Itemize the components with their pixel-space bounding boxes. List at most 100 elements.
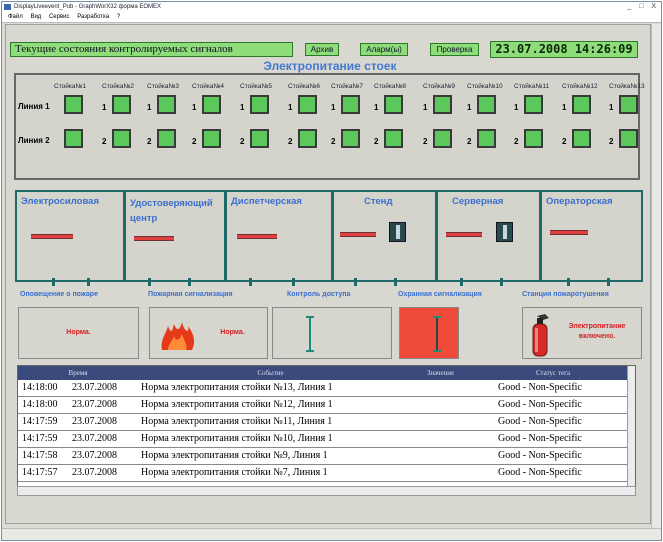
room-dispatch: Диспетчерская <box>227 192 334 286</box>
room-name: Серверная <box>452 196 504 207</box>
table-row[interactable]: 14:17:57 23.07.2008 Норма электропитания с… <box>18 465 635 482</box>
window-scrollbar-horizontal[interactable] <box>2 528 661 540</box>
line-number: 1 <box>374 103 379 112</box>
fire-warning-label: Оповещение о пожаре <box>20 291 98 298</box>
rack-line-2-indicator <box>298 129 317 148</box>
power-bar <box>340 232 376 237</box>
line-number: 1 <box>423 103 428 112</box>
col-value[interactable]: Значение <box>403 366 478 380</box>
extinguish-station-label: Станция пожаротушения <box>522 291 609 298</box>
table-row[interactable]: 14:18:00 23.07.2008 Норма электропитания с… <box>18 397 635 414</box>
power-bar <box>31 234 73 239</box>
line-number: 1 <box>102 103 107 112</box>
cell-event: Норма электропитания стойки №9, Линия 1 <box>141 450 328 461</box>
security-alarm-label: Охранная сигнализация <box>398 291 482 298</box>
access-indicator-icon <box>306 316 314 352</box>
line-number: 2 <box>192 137 197 146</box>
rack-label: Стойка№1 <box>54 83 87 90</box>
table-hscrollbar[interactable] <box>17 486 636 496</box>
menu-bar: Файл Вид Сервис Разработка ? <box>2 12 661 23</box>
connector <box>188 278 191 286</box>
archive-button[interactable]: Архив <box>305 43 339 56</box>
cell-date: 23.07.2008 <box>72 450 117 461</box>
cell-status: Good - Non-Specific <box>498 416 582 427</box>
rack-line-1-indicator <box>524 95 543 114</box>
col-time[interactable]: Время <box>18 366 138 380</box>
menu-file[interactable]: Файл <box>8 14 23 20</box>
line-number: 1 <box>240 103 245 112</box>
rack-label: Стойка№9 <box>423 83 456 90</box>
rack-line-2-indicator <box>64 129 83 148</box>
connector <box>500 278 503 286</box>
col-event[interactable]: Событие <box>138 366 403 380</box>
rack-line-2-indicator <box>433 129 452 148</box>
room-name: Электросиловая <box>21 196 99 207</box>
room-stand: Стенд <box>334 192 438 286</box>
table-row[interactable]: 14:17:58 23.07.2008 Норма электропитания с… <box>18 448 635 465</box>
room-name: Диспетчерская <box>231 196 302 207</box>
rack-label: Стойка№5 <box>240 83 273 90</box>
cell-status: Good - Non-Specific <box>498 467 582 478</box>
window-controls[interactable]: _ □ X <box>627 3 659 11</box>
power-bar <box>446 232 482 237</box>
check-button[interactable]: Проверка <box>430 43 479 56</box>
rack-label: Стойка№11 <box>514 83 550 90</box>
line-number: 2 <box>514 137 519 146</box>
cell-event: Норма электропитания стойки №12, Линия 1 <box>141 399 333 410</box>
room-cert-center: Удостоверяющий центр <box>126 192 227 286</box>
table-row[interactable]: 14:18:00 23.07.2008 Норма электропитания с… <box>18 380 635 397</box>
cell-time: 14:18:00 <box>22 399 58 410</box>
line-number: 2 <box>562 137 567 146</box>
fire-alarm-status: Норма. <box>220 329 245 336</box>
events-table: Время Событие Значение Статус тега 14:18… <box>17 365 636 487</box>
cell-status: Good - Non-Specific <box>498 433 582 444</box>
rack-line-1-indicator <box>298 95 317 114</box>
rack-line-1-indicator <box>341 95 360 114</box>
title-bar: DisplayLiveevent_Pub - GraphWorX32 форма… <box>2 2 661 12</box>
cell-event: Норма электропитания стойки №11, Линия 1 <box>141 416 333 427</box>
flame-icon <box>161 322 195 350</box>
line-number: 2 <box>288 137 293 146</box>
cell-date: 23.07.2008 <box>72 399 117 410</box>
rack-line-2-indicator <box>619 129 638 148</box>
rack-line-2-indicator <box>157 129 176 148</box>
rack-label: Стойка№12 <box>562 83 598 90</box>
security-alarm-box <box>399 307 459 359</box>
rack-line-2-indicator <box>202 129 221 148</box>
menu-service[interactable]: Сервис <box>49 14 70 20</box>
cell-event: Норма электропитания стойки №10, Линия 1 <box>141 433 333 444</box>
rack-line-1-indicator <box>202 95 221 114</box>
table-row[interactable]: 14:17:59 23.07.2008 Норма электропитания с… <box>18 414 635 431</box>
rack-line-2-indicator <box>524 129 543 148</box>
menu-view[interactable]: Вид <box>30 14 41 20</box>
rooms-panel: Электросиловая Удостоверяющий центр Дисп… <box>15 190 643 286</box>
table-scrollbar[interactable] <box>627 366 635 486</box>
line-number: 1 <box>147 103 152 112</box>
alarms-button[interactable]: Аларм(ы) <box>360 43 408 56</box>
rack-label: Стойка№13 <box>609 83 645 90</box>
line-number: 1 <box>331 103 336 112</box>
rack-line-1-indicator <box>157 95 176 114</box>
line-number: 1 <box>467 103 472 112</box>
window-scrollbar-vertical[interactable] <box>651 24 661 530</box>
col-tag-status[interactable]: Статус тега <box>478 366 628 380</box>
racks-panel: Линия 1 Линия 2 Стойка№1 Стойка№2 1 2 Стойка… <box>14 73 645 180</box>
cell-status: Good - Non-Specific <box>498 382 582 393</box>
rack-line-1-indicator <box>64 95 83 114</box>
line-number: 1 <box>609 103 614 112</box>
power-bar <box>550 230 588 235</box>
cell-date: 23.07.2008 <box>72 433 117 444</box>
menu-develop[interactable]: Разработка <box>77 14 109 20</box>
cell-event: Норма электропитания стойки №7, Линия 1 <box>141 467 328 478</box>
table-row[interactable]: 14:17:59 23.07.2008 Норма электропитания с… <box>18 431 635 448</box>
power-bar <box>237 234 277 239</box>
room-power: Электросиловая <box>17 192 126 286</box>
cell-date: 23.07.2008 <box>72 382 117 393</box>
line-number: 2 <box>331 137 336 146</box>
rack-label: Стойка№8 <box>374 83 407 90</box>
racks-title: Электропитание стоек <box>263 59 397 73</box>
rack-line-1-indicator <box>433 95 452 114</box>
menu-help[interactable]: ? <box>117 14 120 20</box>
fire-warning-status: Норма. <box>66 329 91 336</box>
room-name: Операторская <box>546 196 613 207</box>
